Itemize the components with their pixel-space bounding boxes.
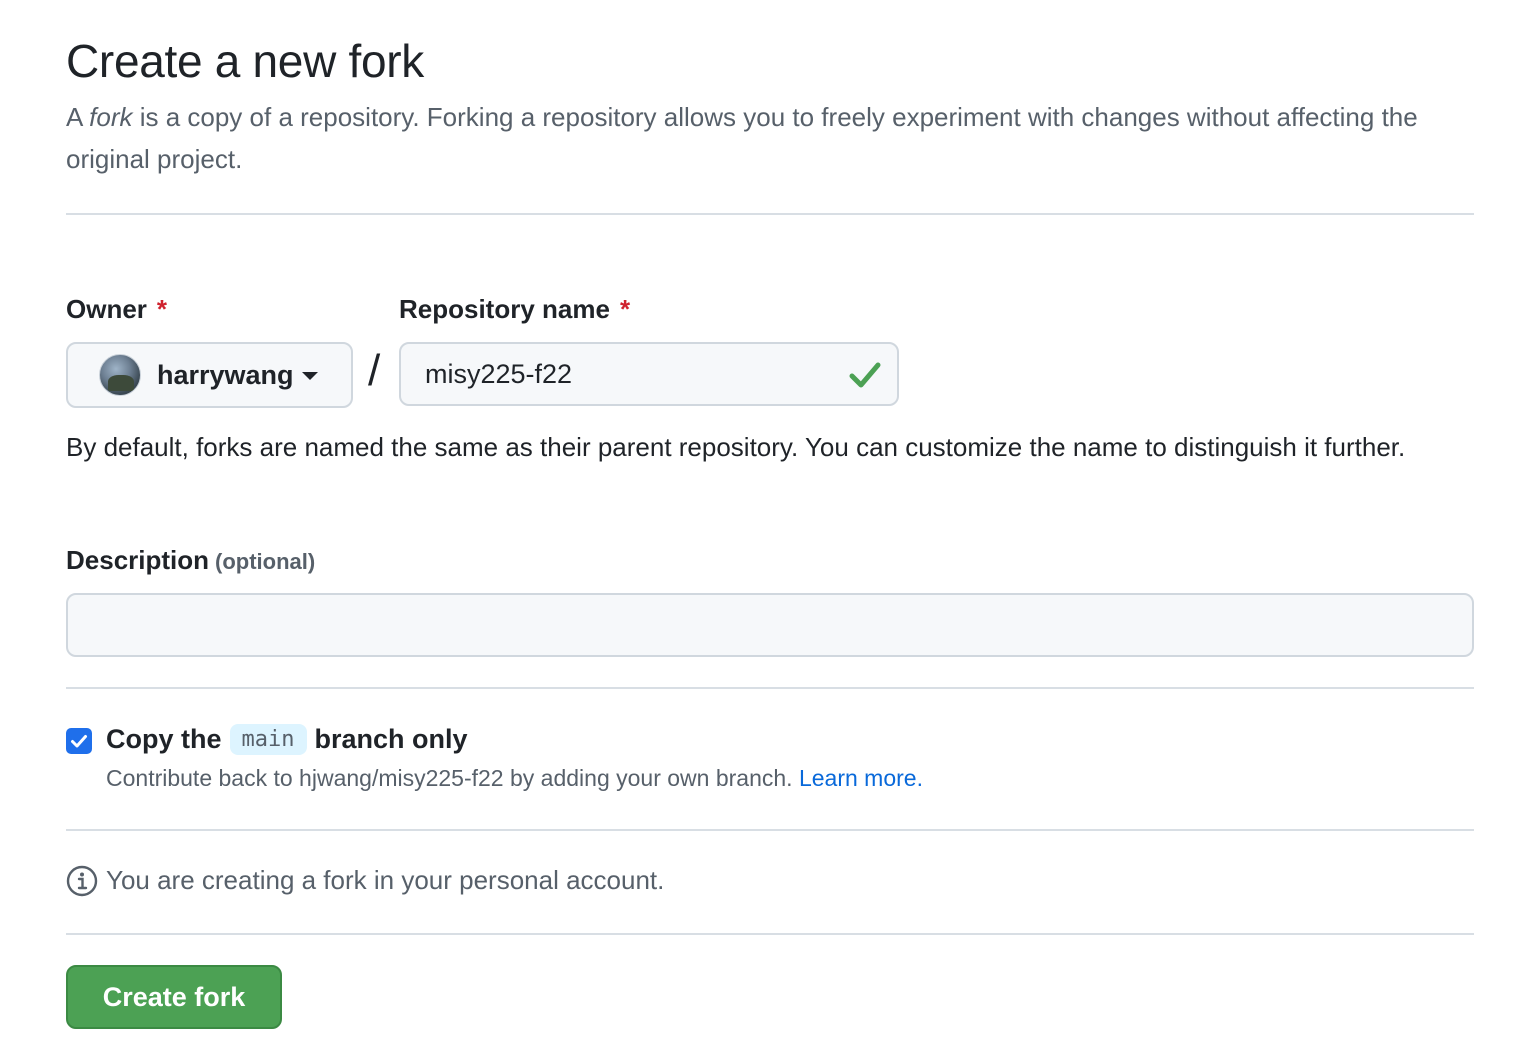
repository-name-input[interactable]: misy225-f22: [399, 342, 899, 406]
description-input[interactable]: [66, 593, 1474, 657]
avatar: [99, 354, 141, 396]
repository-name-label: Repository name *: [399, 294, 631, 324]
divider: [66, 687, 1474, 689]
owner-select[interactable]: harrywang: [66, 342, 353, 408]
create-fork-button[interactable]: Create fork: [66, 965, 282, 1029]
optional-hint: (optional): [215, 549, 316, 574]
required-mark: *: [156, 294, 168, 324]
owner-label: Owner *: [66, 294, 168, 324]
check-icon: [849, 362, 881, 388]
description-label: Description (optional): [66, 545, 316, 575]
divider: [66, 829, 1474, 831]
owner-name: harrywang: [157, 359, 294, 390]
learn-more-link[interactable]: Learn more.: [799, 765, 923, 791]
copy-branch-label[interactable]: Copy the main branch only: [106, 724, 468, 755]
copy-branch-note: Contribute back to hjwang/misy225-f22 by…: [106, 765, 923, 791]
owner-repo-separator: /: [368, 346, 381, 395]
divider: [66, 213, 1474, 215]
checkmark-icon: [71, 735, 87, 748]
copy-main-branch-checkbox[interactable]: [66, 728, 92, 754]
info-icon: [66, 865, 98, 897]
divider: [66, 933, 1474, 935]
repository-name-value: misy225-f22: [425, 358, 573, 389]
naming-help-text: By default, forks are named the same as …: [66, 432, 1406, 462]
personal-account-info: You are creating a fork in your personal…: [106, 865, 665, 895]
caret-down-icon: [301, 372, 318, 380]
branch-name-code: main: [229, 724, 307, 755]
required-mark: *: [619, 294, 631, 324]
page-title: Create a new fork: [66, 35, 424, 87]
page-subtitle: A fork is a copy of a repository. Forkin…: [66, 102, 1418, 174]
